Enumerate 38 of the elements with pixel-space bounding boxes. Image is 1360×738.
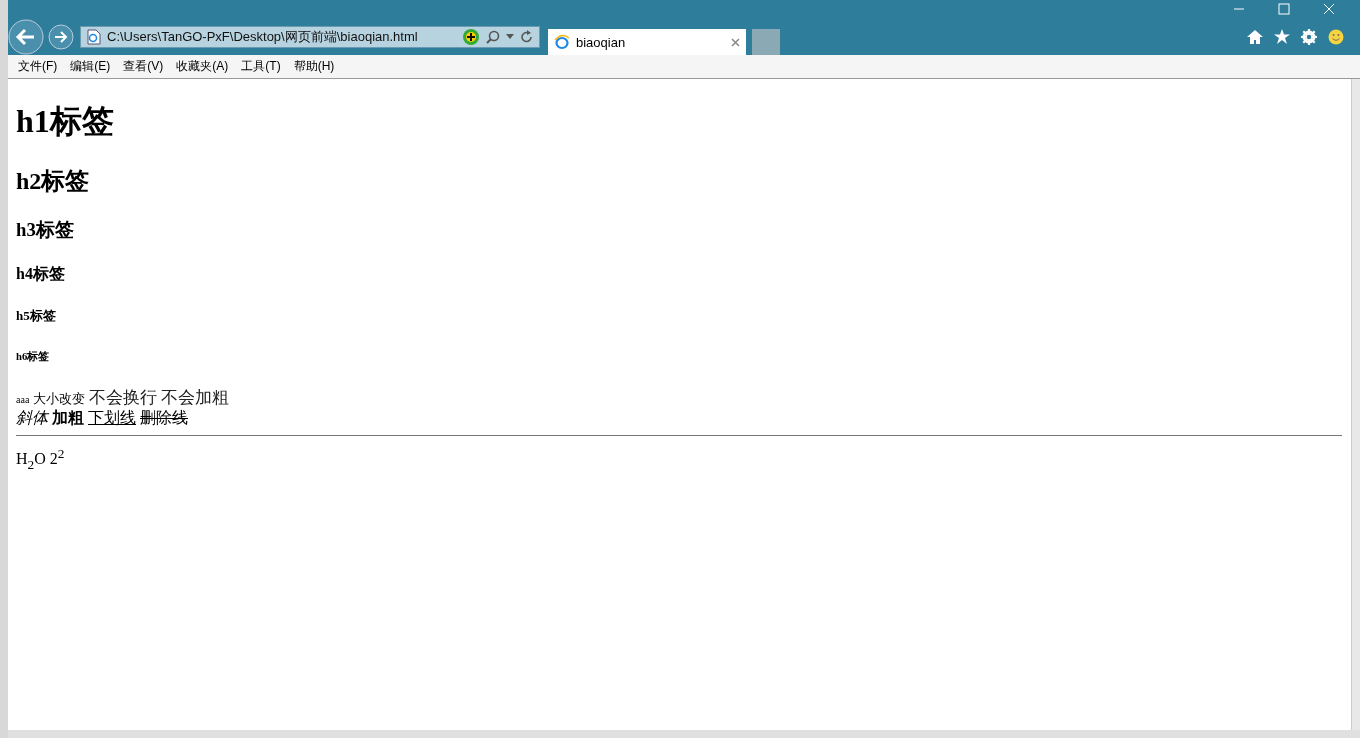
menu-item[interactable]: 编辑(E) [70, 58, 111, 75]
close-icon[interactable] [731, 37, 740, 47]
heading: h4标签 [16, 264, 66, 284]
forward-icon[interactable] [48, 23, 74, 50]
menu-item[interactable]: 帮助(H) [293, 58, 335, 75]
settings-icon[interactable] [1301, 28, 1317, 45]
address-bar[interactable]: C:\Users\TanGO-PxF\Desktop\网页前端\biaoqian.html [80, 25, 540, 48]
menu-item[interactable]: 工具(T) [241, 58, 281, 75]
formula-text: H$_{2}$O 2$^{2}$ [16, 446, 66, 473]
inline-text: 删除线 [140, 409, 188, 426]
address-text: C:\Users\TanGO-PxF\Desktop\网页前端\biaoqian.html [107, 27, 419, 46]
smiley-icon[interactable] [1328, 28, 1344, 45]
inline-text: 不会换行 [89, 388, 158, 407]
inline-text: 大小改变 [33, 391, 86, 406]
inline-text: 下划线 [88, 409, 136, 426]
inline-text: aaa [16, 394, 30, 405]
star-icon[interactable] [1274, 29, 1290, 44]
home-icon[interactable] [1247, 29, 1263, 44]
heading: h1标签 [16, 102, 115, 141]
maximize-icon[interactable] [1278, 3, 1290, 15]
inline-text: 不会加粗 [161, 388, 230, 407]
back-icon[interactable] [8, 18, 44, 55]
search-icon[interactable] [486, 29, 500, 44]
page-icon [87, 28, 101, 45]
heading: h5标签 [16, 307, 57, 325]
heading: h6标签 [16, 350, 51, 364]
menu-item[interactable]: 收藏夹(A) [176, 58, 229, 75]
scrollbar[interactable] [1351, 79, 1360, 730]
browser-tab[interactable]: biaoqian [548, 29, 746, 55]
caret-icon[interactable] [506, 34, 514, 39]
menu-item[interactable]: 文件(F) [18, 58, 58, 75]
heading: h2标签 [16, 167, 91, 196]
heading: h3标签 [16, 218, 75, 242]
menu-item[interactable]: 查看(V) [123, 58, 164, 75]
refresh-icon[interactable] [520, 29, 533, 44]
inline-text: 加粗 [52, 409, 84, 426]
plus-icon[interactable] [462, 27, 480, 46]
inline-text: 斜体 [16, 409, 48, 426]
